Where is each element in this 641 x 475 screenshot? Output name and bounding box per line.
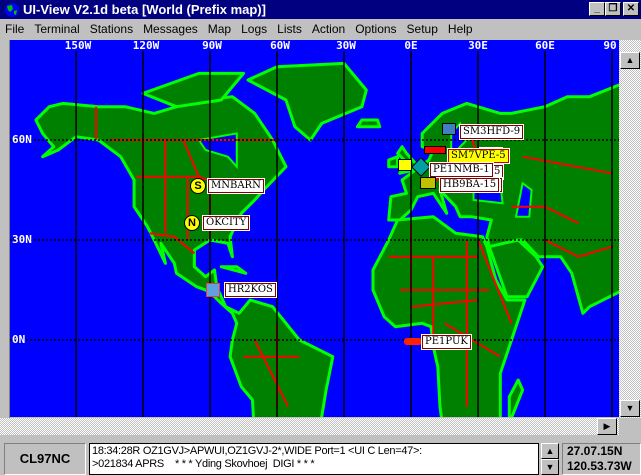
lon-label: 150W bbox=[64, 40, 92, 51]
map-canvas[interactable] bbox=[10, 51, 619, 417]
station-label[interactable]: SM7VPE-5 bbox=[447, 148, 510, 164]
lon-label: 30W bbox=[336, 40, 356, 51]
lat-label: 60N bbox=[12, 133, 32, 146]
lon-label: 60W bbox=[270, 40, 290, 51]
menu-bar: File Terminal Stations Messages Map Logs… bbox=[0, 19, 641, 39]
landmass bbox=[355, 118, 382, 129]
locator-box: CL97NC bbox=[4, 443, 86, 475]
menu-action[interactable]: Action bbox=[307, 22, 350, 36]
station-label[interactable]: HR2KOS bbox=[224, 282, 277, 298]
lon-label: 90W bbox=[202, 40, 222, 51]
lat-label: 30N bbox=[12, 233, 32, 246]
scroll-down-button[interactable]: ▼ bbox=[620, 400, 640, 417]
scroll-up-button[interactable]: ▲ bbox=[620, 52, 640, 69]
map-left-margin bbox=[0, 40, 10, 418]
scroll-right-button[interactable]: ▶ bbox=[597, 418, 617, 435]
menu-file[interactable]: File bbox=[0, 22, 29, 36]
car-icon[interactable] bbox=[424, 146, 446, 154]
horizontal-scrollbar[interactable]: ▶ bbox=[0, 418, 619, 435]
monitor-text: 18:34:28R OZ1GVJ>APWUI,OZ1GVJ-2*,WIDE Po… bbox=[89, 443, 539, 475]
monitor-line: 18:34:28R OZ1GVJ>APWUI,OZ1GVJ-2*,WIDE Po… bbox=[92, 445, 422, 457]
menu-setup[interactable]: Setup bbox=[402, 22, 443, 36]
longitude-scale: 150W 120W 90W 60W 30W 0E 30E 60E 90 bbox=[10, 40, 619, 51]
title-bar: UI-View V2.1d beta [World (Prefix map)] … bbox=[0, 0, 641, 19]
bike-icon[interactable] bbox=[404, 338, 422, 345]
minimize-button[interactable]: _ bbox=[589, 2, 605, 16]
station-icon[interactable] bbox=[206, 283, 220, 297]
lat-label: 0N bbox=[12, 333, 26, 346]
station-label[interactable]: PE1NMB-1 bbox=[429, 162, 494, 178]
vertical-scrollbar[interactable]: ▲ ▼ bbox=[619, 40, 641, 418]
station-label[interactable]: HB9BA-15 bbox=[438, 177, 501, 193]
landmass bbox=[219, 265, 248, 275]
house-icon[interactable] bbox=[420, 177, 436, 189]
menu-lists[interactable]: Lists bbox=[272, 22, 307, 36]
menu-options[interactable]: Options bbox=[350, 22, 401, 36]
lon-label: 30E bbox=[468, 40, 488, 51]
lon-label: 0E bbox=[404, 40, 418, 51]
star-icon[interactable]: N bbox=[184, 215, 200, 231]
menu-logs[interactable]: Logs bbox=[236, 22, 272, 36]
scrollbar-corner bbox=[619, 418, 641, 435]
star-icon[interactable]: S bbox=[190, 178, 206, 194]
monitor-line: >021834 APRS * * * Yding Skovhoej DIGI *… bbox=[92, 458, 315, 470]
lon-label: 90 bbox=[603, 40, 617, 51]
station-label[interactable]: MNBARN bbox=[207, 178, 265, 194]
menu-terminal[interactable]: Terminal bbox=[29, 22, 84, 36]
monitor-scroll-down[interactable]: ▼ bbox=[541, 459, 559, 475]
latitude-readout: 27.07.15N bbox=[567, 444, 623, 458]
menu-messages[interactable]: Messages bbox=[138, 22, 203, 36]
restore-button[interactable]: ❐ bbox=[605, 2, 621, 16]
lon-label: 60E bbox=[535, 40, 555, 51]
longitude-readout: 120.53.73W bbox=[567, 459, 632, 473]
coordinates-box: 27.07.15N 120.53.73W bbox=[562, 443, 641, 475]
close-button[interactable]: ✕ bbox=[623, 2, 639, 16]
monitor-scroll-up[interactable]: ▲ bbox=[541, 443, 559, 459]
station-icon[interactable] bbox=[442, 123, 456, 135]
window-title: UI-View V2.1d beta [World (Prefix map)] bbox=[23, 2, 266, 17]
landmass bbox=[507, 378, 525, 417]
house-icon[interactable] bbox=[398, 159, 412, 171]
menu-map[interactable]: Map bbox=[203, 22, 236, 36]
world-map[interactable]: 60N30N0NSM3HFD-93-3L153-3SM7VPE-5PE1NMB-… bbox=[10, 51, 619, 417]
station-label[interactable]: OKCITY bbox=[201, 215, 251, 231]
menu-help[interactable]: Help bbox=[443, 22, 478, 36]
landmass bbox=[387, 155, 400, 169]
station-label[interactable]: PE1PUK bbox=[421, 334, 472, 350]
lon-label: 120W bbox=[132, 40, 160, 51]
globe-icon bbox=[5, 2, 19, 17]
menu-stations[interactable]: Stations bbox=[85, 22, 138, 36]
station-label[interactable]: SM3HFD-9 bbox=[458, 124, 525, 140]
